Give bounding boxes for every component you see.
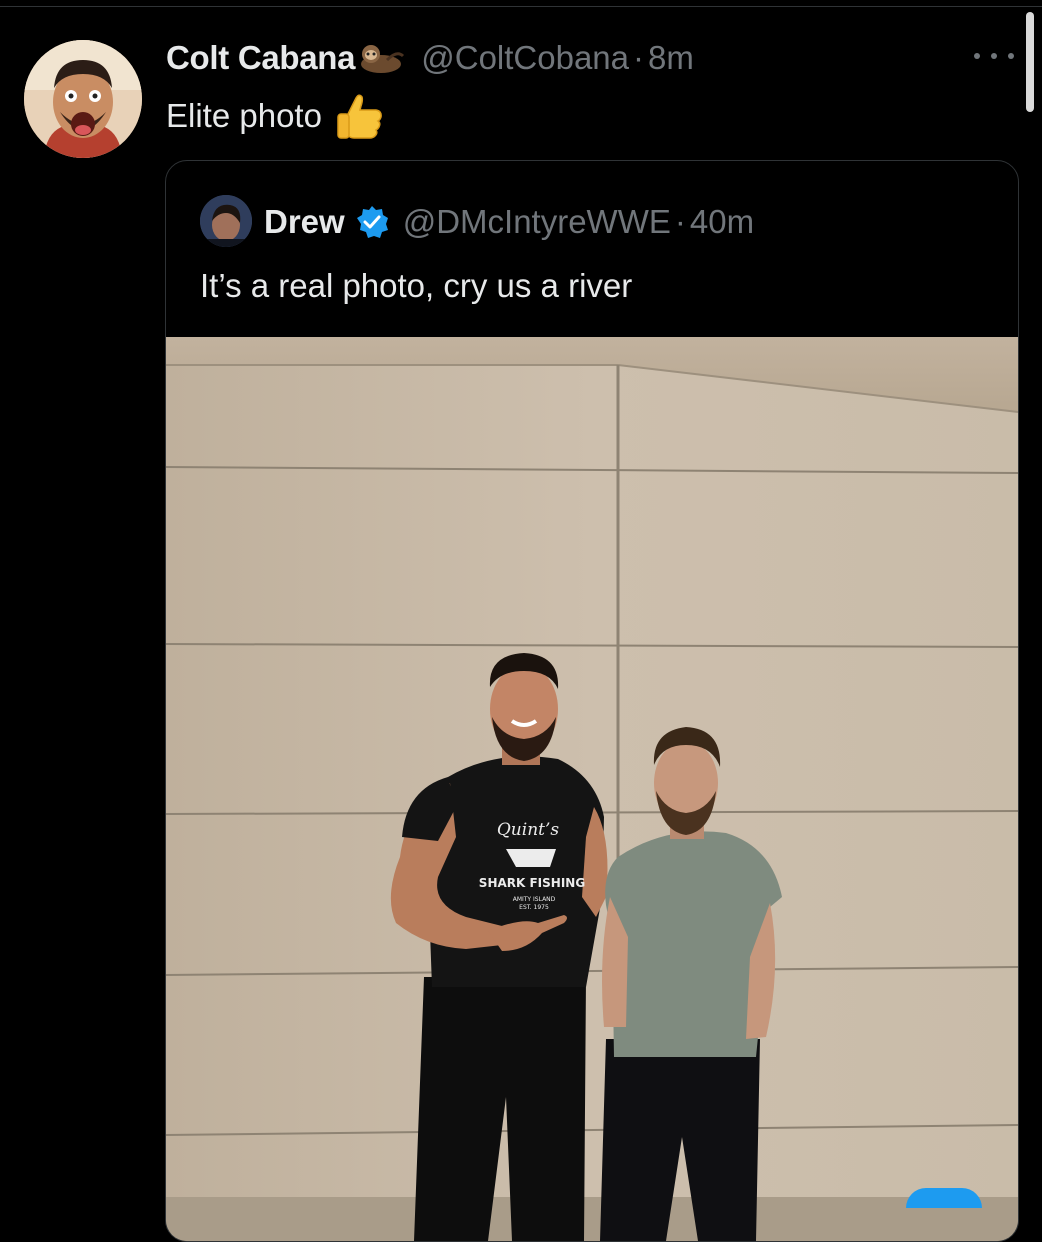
separator-dot: · bbox=[633, 39, 645, 76]
tweet-text-body: Elite photo bbox=[166, 97, 322, 134]
author-name[interactable]: Colt Cabana bbox=[166, 39, 356, 77]
quoted-tweet-text: It’s a real photo, cry us a river bbox=[200, 267, 633, 304]
author-row: Colt Cabana @ColtCobana · 8m bbox=[166, 36, 694, 80]
quoted-author-row: Drew @DMcIntyreWWE · 40m bbox=[264, 199, 754, 245]
author-handle[interactable]: @ColtCobana bbox=[421, 39, 629, 77]
quoted-tweet-photo[interactable]: Quint’s SHARK FISHING AMITY ISLAND EST. … bbox=[166, 337, 1018, 1241]
shirt-text-shark-fishing: SHARK FISHING bbox=[479, 876, 585, 890]
shirt-text-est: EST. 1975 bbox=[519, 904, 549, 911]
quoted-separator-dot: · bbox=[674, 203, 686, 240]
quoted-author-avatar[interactable] bbox=[200, 195, 252, 247]
floating-action-button[interactable] bbox=[906, 1188, 982, 1208]
tweet-text: Elite photo bbox=[166, 90, 386, 142]
quoted-timestamp[interactable]: 40m bbox=[690, 203, 754, 241]
more-options-icon[interactable] bbox=[974, 44, 1014, 68]
shirt-text-quint: Quint’s bbox=[497, 820, 560, 840]
scrollbar-thumb[interactable] bbox=[1026, 12, 1034, 112]
quoted-tweet[interactable]: Drew @DMcIntyreWWE · 40m It’s a real pho… bbox=[165, 160, 1019, 1242]
sloth-emoji-icon bbox=[357, 40, 405, 76]
shirt-text-amity: AMITY ISLAND bbox=[513, 896, 556, 903]
timestamp[interactable]: 8m bbox=[648, 39, 694, 77]
quoted-author-handle[interactable]: @DMcIntyreWWE bbox=[403, 203, 671, 241]
verified-badge-icon bbox=[355, 205, 389, 239]
author-avatar[interactable] bbox=[24, 40, 142, 158]
thumbs-up-emoji-icon bbox=[334, 90, 386, 142]
quoted-author-name[interactable]: Drew bbox=[264, 203, 345, 241]
top-divider bbox=[0, 6, 1042, 7]
